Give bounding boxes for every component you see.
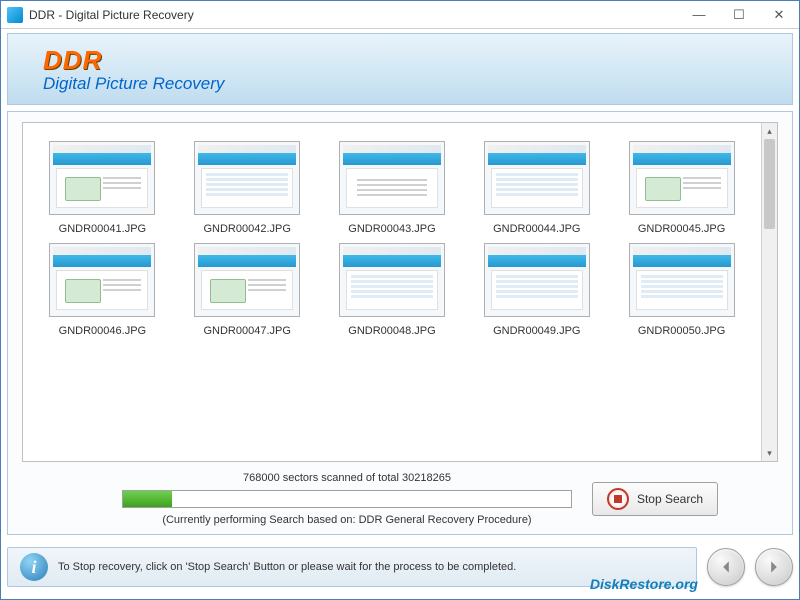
- back-button[interactable]: [707, 548, 745, 586]
- thumbnail-image: [49, 141, 155, 215]
- thumbnail-label: GNDR00045.JPG: [638, 223, 725, 235]
- stop-label: Stop Search: [637, 492, 703, 506]
- thumbnail-label: GNDR00050.JPG: [638, 325, 725, 337]
- thumbnail-item[interactable]: GNDR00048.JPG: [325, 243, 460, 337]
- website-label: DiskRestore.org: [590, 576, 698, 592]
- thumbnail-image: [629, 243, 735, 317]
- progress-status: 768000 sectors scanned of total 30218265: [122, 472, 572, 484]
- header-banner: DDR Digital Picture Recovery: [7, 33, 793, 105]
- thumbnail-item[interactable]: GNDR00047.JPG: [180, 243, 315, 337]
- thumbnail-grid: GNDR00041.JPG GNDR00042.JPG GNDR00043.JPG G…: [23, 123, 761, 461]
- window-title: DDR - Digital Picture Recovery: [29, 8, 679, 22]
- thumbnail-item[interactable]: GNDR00046.JPG: [35, 243, 170, 337]
- app-icon: [7, 7, 23, 23]
- scroll-up-icon[interactable]: ▴: [762, 123, 777, 139]
- maximize-button[interactable]: ☐: [719, 1, 759, 29]
- chevron-left-icon: [719, 560, 733, 574]
- thumbnail-image: [339, 141, 445, 215]
- scroll-down-icon[interactable]: ▾: [762, 445, 777, 461]
- thumbnail-label: GNDR00044.JPG: [493, 223, 580, 235]
- thumbnail-item[interactable]: GNDR00045.JPG: [614, 141, 749, 235]
- thumbnail-label: GNDR00049.JPG: [493, 325, 580, 337]
- thumbnail-label: GNDR00047.JPG: [203, 325, 290, 337]
- thumbnail-label: GNDR00046.JPG: [59, 325, 146, 337]
- thumbnail-image: [194, 141, 300, 215]
- progress-fill: [123, 491, 172, 507]
- thumbnail-item[interactable]: GNDR00041.JPG: [35, 141, 170, 235]
- thumbnail-image: [484, 141, 590, 215]
- app-title: Digital Picture Recovery: [43, 74, 792, 94]
- info-icon: i: [20, 553, 48, 581]
- thumbnail-panel: GNDR00041.JPG GNDR00042.JPG GNDR00043.JPG G…: [22, 122, 778, 462]
- thumbnail-label: GNDR00042.JPG: [203, 223, 290, 235]
- thumbnail-image: [339, 243, 445, 317]
- logo: DDR: [43, 45, 792, 76]
- titlebar: DDR - Digital Picture Recovery — ☐ ✕: [1, 1, 799, 29]
- stop-icon: [607, 488, 629, 510]
- window-controls: — ☐ ✕: [679, 1, 799, 29]
- app-window: DDR - Digital Picture Recovery — ☐ ✕ DDR…: [0, 0, 800, 600]
- progress-bar: [122, 490, 572, 508]
- thumbnail-item[interactable]: GNDR00042.JPG: [180, 141, 315, 235]
- progress-note: (Currently performing Search based on: D…: [122, 514, 572, 526]
- info-text: To Stop recovery, click on 'Stop Search'…: [58, 561, 516, 573]
- forward-button[interactable]: [755, 548, 793, 586]
- scrollbar[interactable]: ▴ ▾: [761, 123, 777, 461]
- scroll-thumb[interactable]: [764, 139, 775, 229]
- thumbnail-item[interactable]: GNDR00043.JPG: [325, 141, 460, 235]
- thumbnail-item[interactable]: GNDR00049.JPG: [469, 243, 604, 337]
- thumbnail-image: [629, 141, 735, 215]
- thumbnail-item[interactable]: GNDR00050.JPG: [614, 243, 749, 337]
- stop-search-button[interactable]: Stop Search: [592, 482, 718, 516]
- thumbnail-label: GNDR00043.JPG: [348, 223, 435, 235]
- close-button[interactable]: ✕: [759, 1, 799, 29]
- chevron-right-icon: [767, 560, 781, 574]
- minimize-button[interactable]: —: [679, 1, 719, 29]
- thumbnail-label: GNDR00041.JPG: [59, 223, 146, 235]
- thumbnail-label: GNDR00048.JPG: [348, 325, 435, 337]
- thumbnail-image: [49, 243, 155, 317]
- content-area: GNDR00041.JPG GNDR00042.JPG GNDR00043.JPG G…: [7, 111, 793, 535]
- progress-column: 768000 sectors scanned of total 30218265…: [122, 472, 572, 526]
- scroll-track[interactable]: [762, 139, 777, 445]
- progress-area: 768000 sectors scanned of total 30218265…: [22, 472, 778, 526]
- thumbnail-image: [194, 243, 300, 317]
- thumbnail-item[interactable]: GNDR00044.JPG: [469, 141, 604, 235]
- footer: i To Stop recovery, click on 'Stop Searc…: [7, 541, 793, 593]
- thumbnail-image: [484, 243, 590, 317]
